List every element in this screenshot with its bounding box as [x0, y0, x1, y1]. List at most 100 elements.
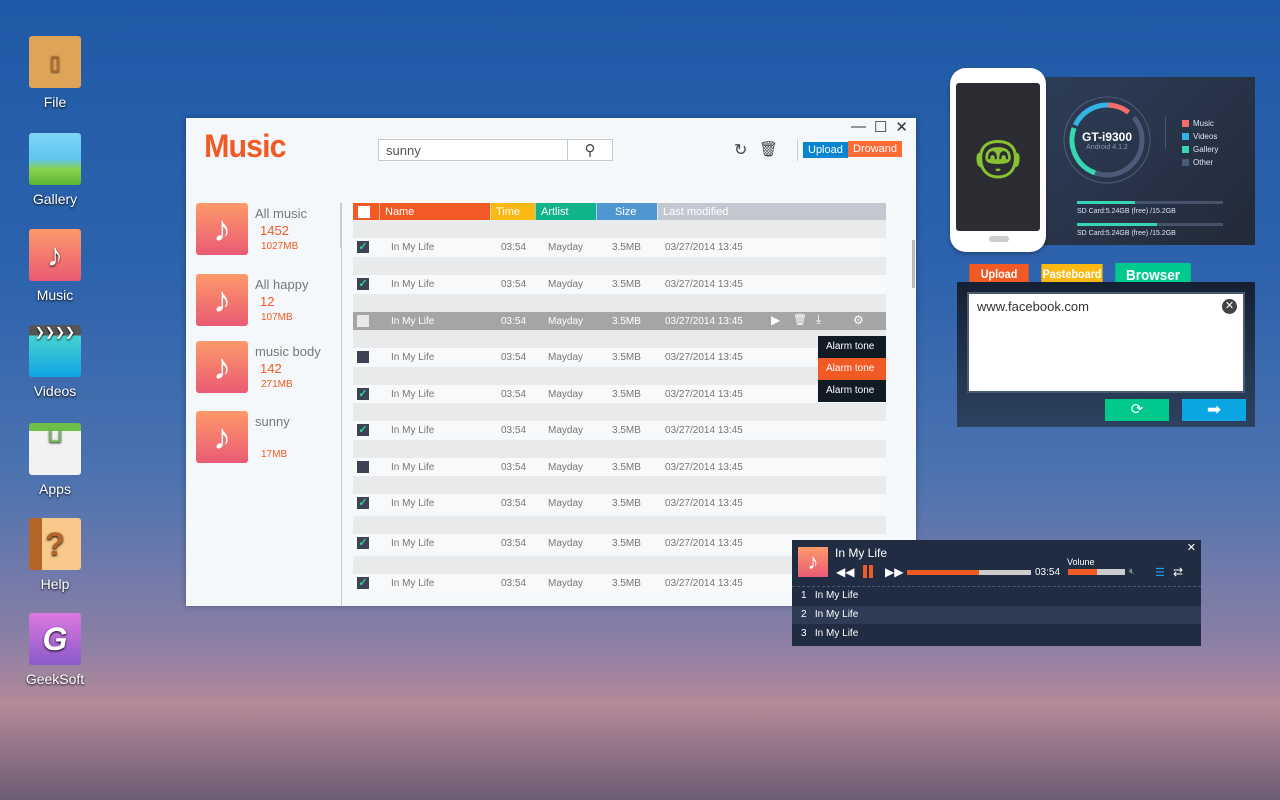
cell-name: In My Life: [391, 389, 435, 400]
repeat-icon[interactable]: ⇄: [1173, 565, 1183, 579]
minimize-button[interactable]: —: [851, 118, 866, 136]
cell-name: In My Life: [391, 425, 435, 436]
trash-icon[interactable]: 🗑: [793, 313, 807, 326]
context-menu-item[interactable]: Alarm tone: [818, 358, 886, 380]
row-spacer: [353, 367, 886, 385]
download-button[interactable]: Drowand: [848, 141, 902, 157]
desktop-icon-videos[interactable]: ❯❯❯❯ Videos: [22, 325, 88, 399]
row-spacer: [353, 403, 886, 421]
sidebar-divider: [341, 203, 342, 606]
rewind-button[interactable]: ◀◀: [836, 565, 854, 579]
cell-name: In My Life: [391, 352, 435, 363]
divider: [1165, 117, 1166, 149]
cell-modified: 03/27/2014 13:45: [665, 498, 743, 509]
legend-swatch: [1182, 146, 1189, 153]
column-artist[interactable]: Artlist: [535, 203, 596, 220]
player-close-button[interactable]: ✕: [1187, 541, 1196, 554]
cell-modified: 03/27/2014 13:45: [665, 538, 743, 549]
cell-time: 03:54: [501, 462, 527, 473]
table-scrollbar[interactable]: [912, 240, 915, 288]
cell-name: In My Life: [391, 578, 435, 589]
desktop-icon-music[interactable]: ♪ Music: [22, 229, 88, 303]
sidebar-item[interactable]: ♪ All happy 12 107MB: [186, 274, 336, 329]
desktop-icon-file[interactable]: ▯ File: [22, 36, 88, 110]
select-all-checkbox[interactable]: [358, 205, 370, 218]
table-row[interactable]: ✓ In My Life 03:54 Mayday 3.5MB 03/27/20…: [353, 421, 886, 439]
cell-artist: Mayday: [548, 242, 584, 253]
row-checkbox[interactable]: [357, 461, 369, 473]
desktop-icon-geeksoft[interactable]: G GeekSoft: [22, 613, 88, 687]
row-checkbox[interactable]: ✓: [357, 537, 369, 549]
row-spacer: [353, 516, 886, 534]
refresh-icon[interactable]: ↻: [734, 140, 747, 160]
cell-size: 3.5MB: [612, 242, 641, 253]
download-icon[interactable]: ⤓: [816, 312, 821, 327]
table-row[interactable]: ✓ In My Life 03:54 Mayday 3.5MB 03/27/20…: [353, 238, 886, 256]
row-checkbox[interactable]: ✓: [357, 577, 369, 589]
search-button[interactable]: ⚲: [567, 140, 612, 160]
row-checkbox[interactable]: [357, 351, 369, 363]
trash-icon[interactable]: 🗑: [759, 140, 778, 158]
mute-icon[interactable]: 🔇︎: [1129, 566, 1135, 577]
playlist-item[interactable]: 3 In My Life: [792, 625, 1201, 643]
table-row[interactable]: In My Life 03:54 Mayday 3.5MB 03/27/2014…: [353, 312, 886, 330]
legend-label: Gallery: [1193, 145, 1219, 154]
sidebar-item[interactable]: ♪ music body 142 271MB: [186, 341, 336, 396]
close-button[interactable]: ✕: [895, 118, 908, 136]
row-checkbox[interactable]: ✓: [357, 241, 369, 253]
table-row[interactable]: ✓ In My Life 03:54 Mayday 3.5MB 03/27/20…: [353, 494, 886, 512]
clear-icon[interactable]: ✕: [1222, 299, 1237, 314]
row-checkbox[interactable]: ✓: [357, 388, 369, 400]
legend-swatch: [1182, 159, 1189, 166]
android-icon: 🤖︎: [978, 121, 1018, 195]
refresh-button[interactable]: ⟳: [1105, 399, 1169, 421]
forward-button[interactable]: ▶▶: [885, 565, 903, 579]
cell-modified: 03/27/2014 13:45: [665, 316, 743, 327]
desktop-icon-apps[interactable]: ⊔ Apps: [22, 423, 88, 497]
table-row[interactable]: ✓ In My Life 03:54 Mayday 3.5MB 03/27/20…: [353, 385, 886, 403]
legend-item: Gallery: [1182, 145, 1218, 154]
context-menu-item[interactable]: Alarm tone: [818, 380, 886, 402]
playlist-size: 107MB: [261, 312, 293, 323]
storage-bar: SD Card:5.24GB (free) /15.2GB: [1077, 201, 1223, 215]
progress-slider[interactable]: [907, 570, 1031, 575]
desktop-icon-help[interactable]: ? Help: [22, 518, 88, 592]
row-checkbox[interactable]: ✓: [357, 497, 369, 509]
volume-slider[interactable]: [1068, 569, 1125, 575]
legend-label: Music: [1193, 119, 1214, 128]
column-time[interactable]: Time: [490, 203, 535, 220]
sidebar-item[interactable]: ♪ All music 1452 1027MB: [186, 203, 336, 258]
tab-upload[interactable]: Upload: [969, 264, 1029, 284]
desktop-icon-gallery[interactable]: Gallery: [22, 133, 88, 207]
pause-button[interactable]: [863, 565, 873, 578]
arrow-right-icon: ➡: [1206, 400, 1222, 419]
context-menu-item[interactable]: Alarm tone: [818, 336, 886, 358]
table-row[interactable]: In My Life 03:54 Mayday 3.5MB 03/27/2014…: [353, 348, 886, 366]
playlist-item[interactable]: 2 In My Life: [792, 606, 1201, 624]
row-checkbox[interactable]: ✓: [357, 278, 369, 290]
table-header: Name Time Artlist Size Last modified: [353, 203, 886, 220]
cell-name: In My Life: [391, 316, 435, 327]
table-row[interactable]: In My Life 03:54 Mayday 3.5MB 03/27/2014…: [353, 458, 886, 476]
cell-time: 03:54: [501, 316, 527, 327]
gear-icon[interactable]: ⚙: [853, 313, 864, 327]
play-icon[interactable]: ▶: [771, 313, 780, 327]
playlist-item[interactable]: 1 In My Life: [792, 587, 1201, 605]
go-button[interactable]: ➡: [1182, 399, 1246, 421]
upload-button[interactable]: Upload: [803, 142, 848, 158]
table-row[interactable]: ✓ In My Life 03:54 Mayday 3.5MB 03/27/20…: [353, 275, 886, 293]
url-input[interactable]: www.facebook.com ✕: [967, 292, 1245, 393]
column-last-modified[interactable]: Last modified: [657, 203, 886, 220]
maximize-button[interactable]: ☐: [874, 118, 887, 136]
sidebar-item[interactable]: ♪ sunny 17MB: [186, 411, 336, 466]
tab-pasteboard[interactable]: Pasteboard: [1041, 264, 1103, 284]
row-checkbox[interactable]: [357, 315, 369, 327]
column-size[interactable]: Size: [596, 203, 657, 220]
column-name[interactable]: Name: [379, 203, 490, 220]
playlist-size: 271MB: [261, 379, 293, 390]
playlist-icon[interactable]: ☰: [1155, 566, 1165, 579]
music-window: Music — ☐ ✕ ⚲ ↻ 🗑 Upload Drowand ♪ All musi…: [186, 118, 916, 606]
row-checkbox[interactable]: ✓: [357, 424, 369, 436]
search-input[interactable]: [379, 140, 567, 160]
gallery-icon: [29, 133, 81, 185]
